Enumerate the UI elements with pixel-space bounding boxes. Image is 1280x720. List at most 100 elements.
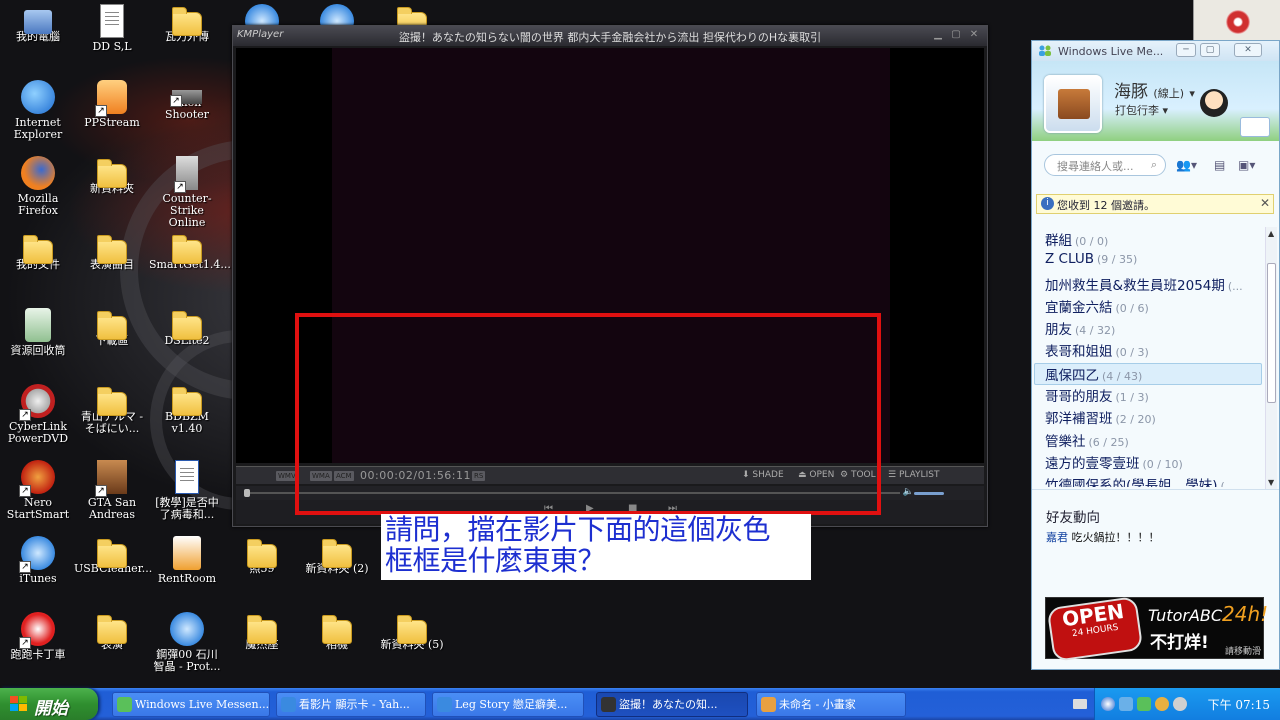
desktop-icon-firefox[interactable]: Mozilla Firefox bbox=[0, 156, 76, 217]
contact-group[interactable]: Z CLUB (9 / 35) bbox=[1032, 251, 1264, 273]
task-browser-yahoo[interactable]: 看影片 顯示卡 - Yah... bbox=[276, 692, 426, 717]
desktop-icon-wall-e[interactable]: 瓦力外傳 bbox=[149, 4, 225, 43]
desktop-icon-my-computer[interactable]: 我的電腦 bbox=[0, 4, 76, 43]
desktop-icon-gundam-00[interactable]: 鋼彈00 石川 智晶 - Prot... bbox=[149, 612, 225, 673]
menu-icon[interactable]: ▣▾ bbox=[1238, 158, 1255, 172]
messenger-window[interactable]: Windows Live Me... ─ ▢ ✕ 海豚 (線上) ▾ 打包行李 … bbox=[1031, 40, 1280, 670]
seek-playhead[interactable] bbox=[244, 489, 251, 497]
desktop-icon-label: 跑跑卡丁車 bbox=[10, 648, 66, 661]
music-file-icon bbox=[245, 4, 279, 26]
maximize-button[interactable]: ▢ bbox=[1200, 43, 1220, 57]
contact-group[interactable]: 宜蘭金六結 (0 / 6) bbox=[1032, 296, 1264, 318]
scroll-down-icon[interactable]: ▼ bbox=[1268, 478, 1274, 487]
kmplayer-titlebar[interactable]: KMPlayer 盜撮！あなたの知らない闇の世界 都内大手金融会社から流出 担保… bbox=[233, 26, 987, 46]
desktop-icon-partial[interactable] bbox=[374, 4, 450, 26]
minimize-button[interactable]: ▁ bbox=[931, 28, 945, 42]
contact-group[interactable]: 風保四乙 (4 / 43) bbox=[1034, 362, 1262, 386]
display-name[interactable]: 海豚 (線上) ▾ bbox=[1114, 77, 1195, 102]
desktop-icon-performance[interactable]: 表演 bbox=[74, 612, 150, 651]
contact-group[interactable]: 竹德國保系的(學長姐．學妹) (... bbox=[1032, 474, 1264, 487]
messenger-titlebar[interactable]: Windows Live Me... ─ ▢ ✕ bbox=[1032, 41, 1279, 61]
contact-list-scrollbar[interactable]: ▲ ▼ bbox=[1265, 227, 1277, 489]
add-contact-icon[interactable]: 👥▾ bbox=[1176, 158, 1197, 172]
desktop-icon-dslite2[interactable]: DSLite2 bbox=[149, 308, 225, 347]
clock[interactable]: 下午 07:15 bbox=[1208, 696, 1270, 713]
desktop-icon-my-documents[interactable]: 我的文件 bbox=[0, 232, 76, 271]
folder-icon bbox=[397, 7, 427, 26]
desktop-icon-new-folder-5[interactable]: 新資料夾 (5) bbox=[374, 612, 450, 651]
desktop-icon-bdbzm[interactable]: BDBZM v1.40 bbox=[149, 384, 225, 435]
desktop-icon-gta[interactable]: GTA San Andreas bbox=[74, 460, 150, 521]
desktop-icon-counter-strike[interactable]: Counter-Strike Online bbox=[149, 156, 225, 229]
close-icon[interactable]: ✕ bbox=[1260, 196, 1270, 210]
volume-slider[interactable] bbox=[914, 492, 944, 495]
antivirus-icon[interactable] bbox=[1155, 697, 1169, 711]
desktop-icon-new-folder[interactable]: 新資料夾 bbox=[74, 156, 150, 195]
close-button[interactable]: ✕ bbox=[967, 28, 981, 42]
desktop-icon-partial[interactable] bbox=[299, 4, 375, 26]
desktop-icon-powerdvd[interactable]: CyberLink PowerDVD bbox=[0, 384, 76, 445]
desktop-icon-ppstream[interactable]: PPStream bbox=[74, 80, 150, 129]
messenger-tray-icon[interactable] bbox=[1137, 697, 1151, 711]
chevron-down-icon[interactable]: ▾ bbox=[1189, 87, 1195, 100]
avatar[interactable] bbox=[1044, 75, 1102, 133]
contact-group-count: (4 / 32) bbox=[1075, 324, 1116, 338]
search-icon[interactable]: ⌕ bbox=[1151, 158, 1157, 172]
desktop-icon-jay-chou[interactable]: 魔杰座 bbox=[224, 612, 300, 651]
folder-icon bbox=[247, 539, 277, 568]
contact-group[interactable]: 管樂社 (6 / 25) bbox=[1032, 430, 1264, 452]
task-kmplayer[interactable]: 盜撮！あなたの知... bbox=[596, 692, 748, 717]
contact-group[interactable]: 加州救生員&救生員班2054期 (... bbox=[1032, 274, 1264, 296]
volume-icon[interactable] bbox=[1173, 697, 1187, 711]
background-window-partial[interactable] bbox=[1193, 0, 1280, 40]
contact-group-name: 遠方的壹零壹班 bbox=[1045, 455, 1140, 472]
keyboard-icon[interactable] bbox=[1073, 699, 1087, 709]
desktop-icon-partial[interactable] bbox=[224, 4, 300, 26]
contact-group[interactable]: 表哥和姐姐 (0 / 3) bbox=[1032, 340, 1264, 362]
start-button[interactable]: 開始 bbox=[0, 688, 98, 720]
contact-search-input[interactable]: 搜尋連絡人或... ⌕ bbox=[1044, 154, 1166, 176]
desktop-icon-itunes[interactable]: iTunes bbox=[0, 536, 76, 585]
desktop-icon-usbcleaner[interactable]: USBCleaner... bbox=[74, 536, 152, 575]
desktop-icon-smartget[interactable]: SmartGet1.4... bbox=[149, 232, 231, 271]
minimize-button[interactable]: ─ bbox=[1176, 43, 1196, 57]
online-status: (線上) bbox=[1153, 87, 1184, 100]
contact-group[interactable]: 群組 (0 / 0) bbox=[1032, 229, 1264, 251]
invitation-notice[interactable]: i 您收到 12 個邀請。 ✕ bbox=[1036, 194, 1274, 214]
desktop-icon-virus-tutorial[interactable]: [教學]是否中 了病毒和... bbox=[149, 460, 225, 521]
expand-tray-icon[interactable] bbox=[1101, 697, 1115, 711]
desktop-icon-new-folder-2[interactable]: 新資料夾 (2) bbox=[299, 536, 375, 575]
change-layout-icon[interactable]: ▤ bbox=[1214, 158, 1225, 172]
desktop-icon-camera[interactable]: 相機 bbox=[299, 612, 375, 651]
desktop-icon-downloads[interactable]: 下載區 bbox=[74, 308, 150, 347]
network-icon[interactable] bbox=[1119, 697, 1133, 711]
desktop-icon-alien-shooter[interactable]: Alien Shooter bbox=[149, 80, 225, 121]
contact-group[interactable]: 哥哥的朋友 (1 / 3) bbox=[1032, 385, 1264, 407]
desktop-icon-dd-sl[interactable]: DD S,L bbox=[74, 4, 150, 53]
friend-activity-item[interactable]: 嘉君 吃火鍋拉！！！！ bbox=[1046, 529, 1160, 545]
desktop-icon-aoyama-thelma[interactable]: 青山テルマ - そばにい... bbox=[74, 384, 150, 435]
desktop-icon-photo59[interactable]: 照59 bbox=[224, 536, 300, 575]
personal-message[interactable]: 打包行李 ▾ bbox=[1115, 102, 1168, 118]
contact-group[interactable]: 朋友 (4 / 32) bbox=[1032, 318, 1264, 340]
windows-logo-icon bbox=[10, 696, 28, 712]
desktop-icon-recycle-bin[interactable]: 資源回收筒 bbox=[0, 308, 76, 357]
mail-icon[interactable] bbox=[1240, 117, 1270, 137]
contact-group[interactable]: 郭洋補習班 (2 / 20) bbox=[1032, 407, 1264, 429]
desktop-icon-performance-songs[interactable]: 表演曲目 bbox=[74, 232, 150, 271]
desktop-icon-kartrider[interactable]: 跑跑卡丁車 bbox=[0, 612, 76, 661]
desktop-icon-nero[interactable]: Nero StartSmart bbox=[0, 460, 76, 521]
scroll-up-icon[interactable]: ▲ bbox=[1268, 229, 1274, 238]
scrollbar-thumb[interactable] bbox=[1267, 263, 1276, 403]
close-button[interactable]: ✕ bbox=[1234, 43, 1262, 57]
advertisement-banner[interactable]: OPEN 24 HOURS TutorABC24h! 不打烊! 請移動滑 bbox=[1045, 596, 1268, 662]
friend-name[interactable]: 嘉君 bbox=[1046, 531, 1068, 544]
contact-group[interactable]: 遠方的壹零壹班 (0 / 10) bbox=[1032, 452, 1264, 474]
task-browser-legstory[interactable]: Leg Story 戀足癖美... bbox=[432, 692, 584, 717]
playlist-button[interactable]: ☰ PLAYLIST bbox=[888, 470, 939, 480]
task-paint[interactable]: 未命名 - 小畫家 bbox=[756, 692, 906, 717]
task-messenger[interactable]: Windows Live Messen... bbox=[112, 692, 270, 717]
desktop-icon-rentroom[interactable]: RentRoom bbox=[149, 536, 225, 585]
maximize-button[interactable]: ▢ bbox=[949, 28, 963, 42]
desktop-icon-internet-explorer[interactable]: Internet Explorer bbox=[0, 80, 76, 141]
